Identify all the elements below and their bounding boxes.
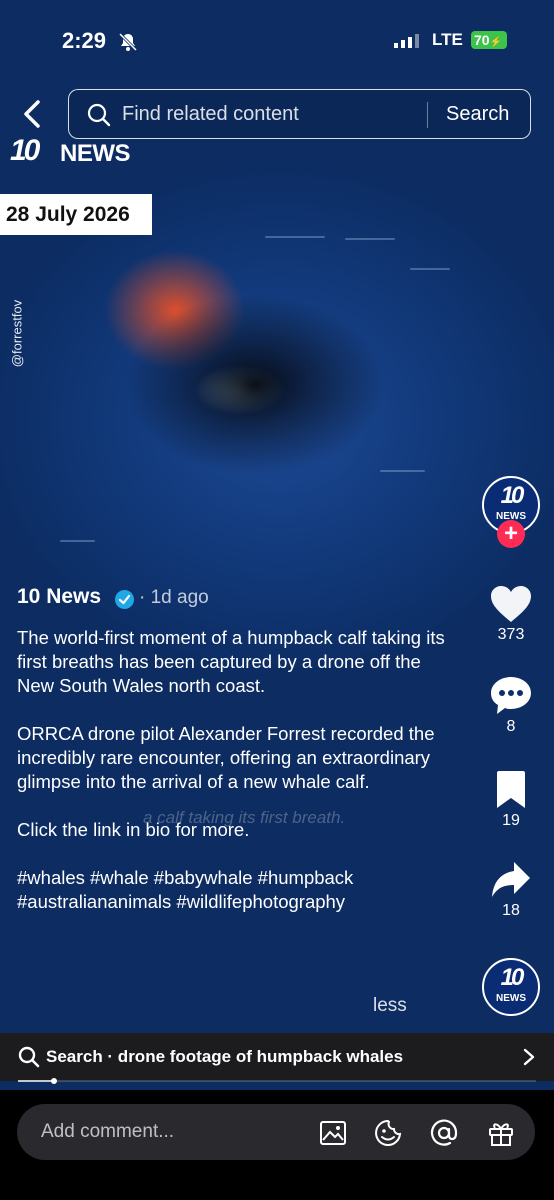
image-icon[interactable] xyxy=(319,1119,347,1147)
date-badge: 28 July 2026 xyxy=(0,194,152,235)
emoji-icon[interactable] xyxy=(374,1119,402,1147)
video-credit: @forrestfov xyxy=(9,299,25,368)
share-arrow-icon xyxy=(492,862,530,897)
progress-fill xyxy=(18,1080,55,1082)
share-button[interactable]: 18 xyxy=(481,860,541,920)
comment-bubble-icon xyxy=(491,677,531,714)
comment-placeholder: Add comment... xyxy=(41,1121,175,1142)
signal-icon xyxy=(394,34,419,48)
gift-icon[interactable] xyxy=(487,1119,515,1147)
comment-bar: Add comment... xyxy=(0,1090,554,1200)
search-divider xyxy=(427,102,428,128)
battery-indicator: 70⚡ xyxy=(471,31,507,49)
network-label: LTE xyxy=(432,30,463,49)
video-subtitle: a calf taking its first breath. xyxy=(143,808,346,827)
avatar-number: 10 xyxy=(500,482,525,509)
related-search-bar[interactable]: Search · drone footage of humpback whale… xyxy=(0,1033,554,1081)
chevron-right-icon xyxy=(523,1048,535,1066)
charging-icon: ⚡ xyxy=(489,37,503,48)
bell-muted-icon xyxy=(118,32,138,52)
avatar-number: 10 xyxy=(500,964,525,991)
battery-level: 70 xyxy=(474,32,490,48)
verified-badge-icon xyxy=(115,590,134,609)
like-button[interactable]: 373 xyxy=(481,584,541,644)
save-button[interactable]: 19 xyxy=(481,770,541,830)
wave-streak xyxy=(345,238,395,240)
logo-number: 10 xyxy=(10,134,40,167)
back-arrow-icon[interactable] xyxy=(18,98,46,130)
related-search-label: Search · drone footage of humpback whale… xyxy=(46,1047,404,1066)
comment-button[interactable]: 8 xyxy=(481,674,541,736)
wave-streak xyxy=(380,470,425,472)
post-time: · 1d ago xyxy=(139,587,209,608)
playback-progress[interactable] xyxy=(18,1078,536,1084)
search-input[interactable]: Find related content xyxy=(122,103,299,126)
save-count: 19 xyxy=(502,812,520,829)
like-count: 373 xyxy=(497,626,525,643)
status-bar: 2:29 LTE 70⚡ xyxy=(0,28,554,58)
search-icon xyxy=(18,1046,40,1068)
wave-streak xyxy=(60,540,95,542)
bookmark-icon xyxy=(497,771,525,808)
avatar-name: NEWS xyxy=(496,993,526,1004)
sound-avatar[interactable]: 10 NEWS xyxy=(482,958,540,1016)
less-toggle[interactable]: less xyxy=(373,995,407,1017)
status-time: 2:29 xyxy=(62,28,107,53)
comment-input[interactable]: Add comment... xyxy=(17,1104,535,1160)
share-count: 18 xyxy=(502,902,520,919)
wave-streak xyxy=(410,268,450,270)
post-caption: The world-first moment of a humpback cal… xyxy=(17,627,445,912)
heart-icon xyxy=(491,586,531,622)
search-icon xyxy=(87,103,111,127)
wave-streak xyxy=(265,236,325,238)
follow-button[interactable]: + xyxy=(497,520,525,548)
author-name[interactable]: 10 News xyxy=(17,585,101,609)
comment-count: 8 xyxy=(506,718,516,735)
mention-icon[interactable] xyxy=(430,1119,458,1147)
search-bar[interactable]: Find related content Search xyxy=(68,89,531,139)
logo-name: NEWS xyxy=(60,140,131,167)
search-button[interactable]: Search xyxy=(446,103,509,126)
